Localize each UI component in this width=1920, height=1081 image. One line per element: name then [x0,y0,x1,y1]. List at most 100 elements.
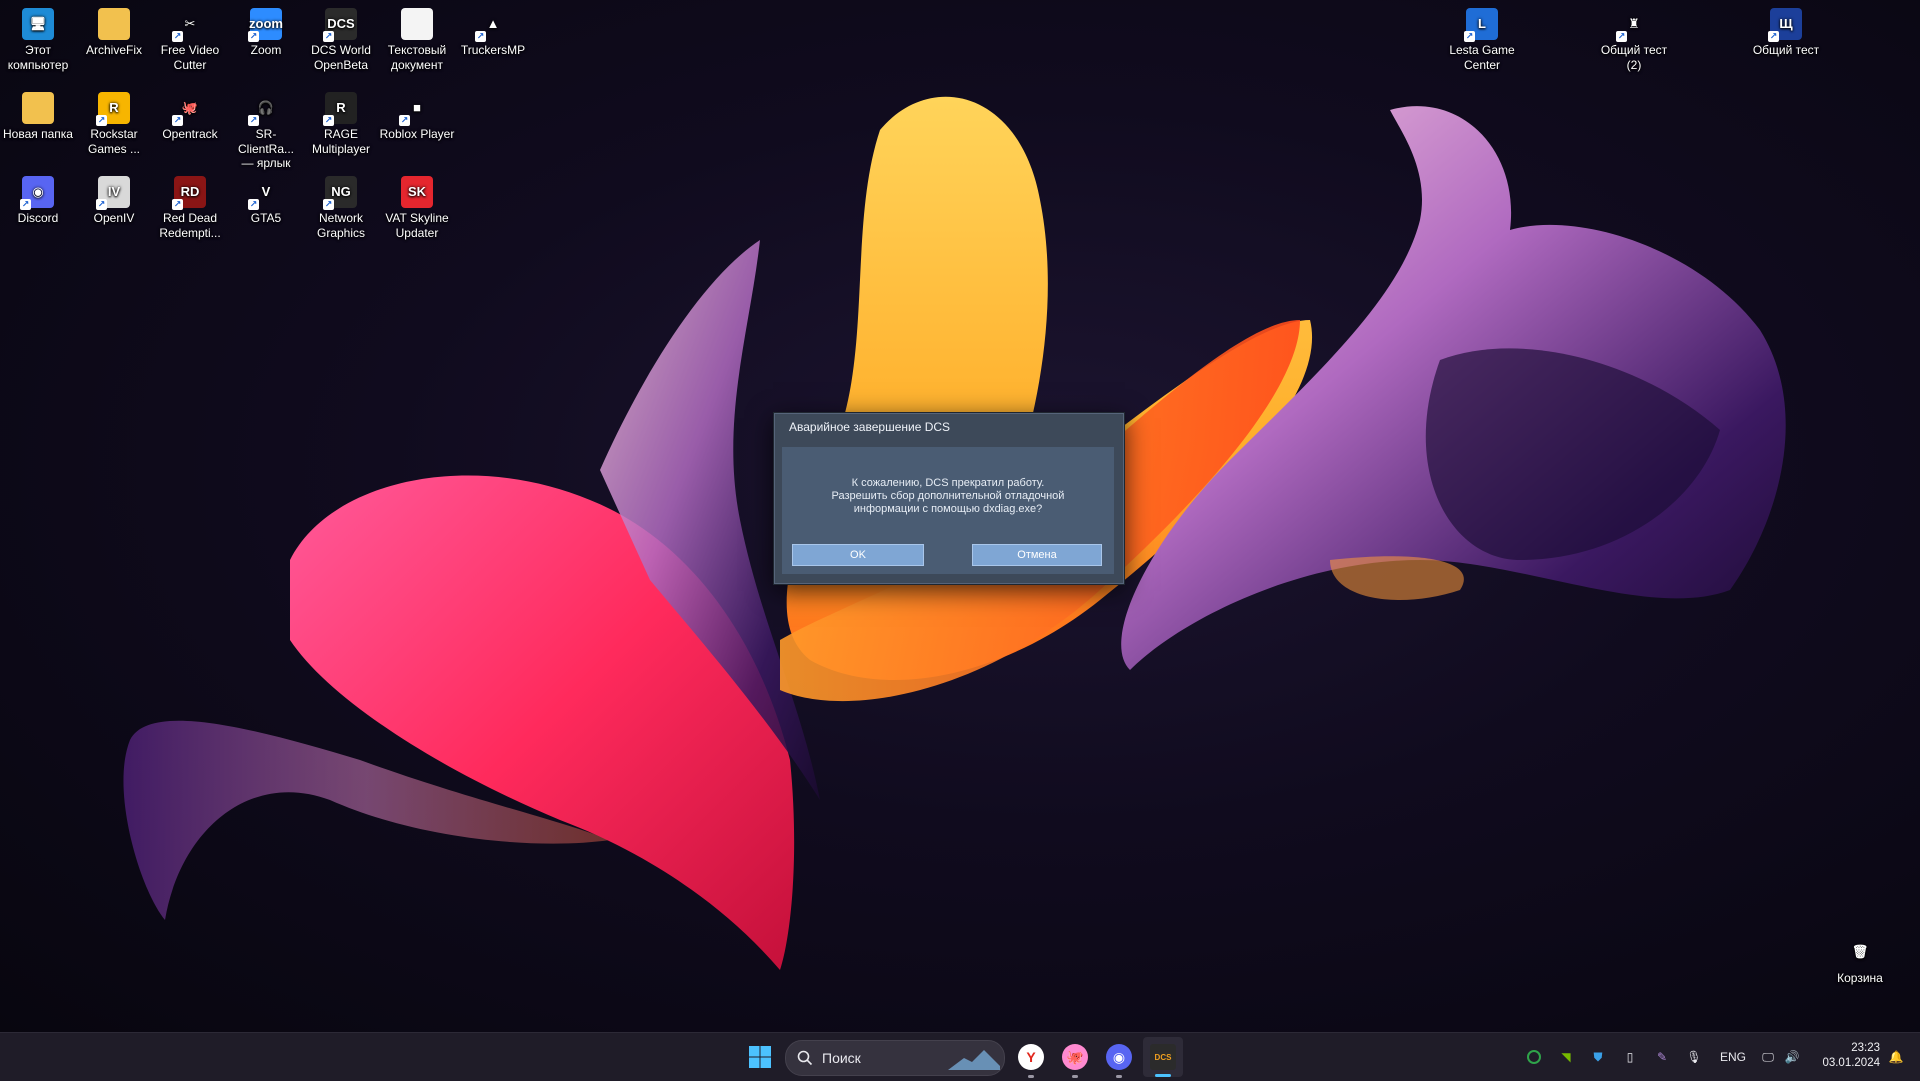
shortcut-arrow-icon: ↗ [248,31,259,42]
shortcut-arrow-icon: ↗ [172,31,183,42]
desktop-icon[interactable]: ArchiveFix [76,8,152,58]
desktop-icon[interactable]: R ↗ Rockstar Games ... [76,92,152,156]
desktop-icon-label: Zoom [250,43,282,57]
desktop-icon[interactable]: Новая папка [0,92,76,142]
desktop-icon[interactable]: R ↗ RAGE Multiplayer [303,92,379,156]
shared-test-2-icon: ♜ ↗ [1616,15,1640,42]
discord-taskbar-icon: ◉ [1106,1044,1132,1070]
shortcut-arrow-icon: ↗ [172,115,183,126]
desktop-icon[interactable]: 🎧 ↗ SR-ClientRa... — ярлык [228,92,304,171]
desktop-icon[interactable]: zoom ↗ Zoom [228,8,304,58]
desktop-icon-label: Этот компьютер [7,43,69,72]
running-indicator [1028,1075,1034,1078]
desktop-icon-label: DCS World OpenBeta [311,43,371,72]
desktop-icon[interactable]: 🗑 Корзина [1822,936,1898,986]
text-document-icon [401,8,433,40]
openiv-icon: IV ↗ [96,176,130,210]
desktop-icon[interactable]: ✂ ↗ Free Video Cutter [152,8,228,72]
taskbar-app-button[interactable]: DCS [1143,1037,1183,1077]
windows-logo-icon [749,1046,771,1068]
desktop-icon[interactable]: ■ ↗ Roblox Player [379,92,455,142]
desktop-icon-label: Network Graphics [316,211,366,240]
desktop-icon[interactable]: V ↗ GTA5 [228,176,304,226]
new-folder-icon [22,92,54,124]
desktop-icon[interactable]: ◉ ↗ Discord [0,176,76,226]
desktop-icon-label: Rockstar Games ... [87,127,140,156]
discord-icon: ◉ ↗ [20,176,54,210]
shortcut-arrow-icon: ↗ [248,115,259,126]
shortcut-arrow-icon: ↗ [20,199,31,210]
desktop-icon[interactable]: L ↗ Lesta Game Center [1444,8,1520,72]
network-icon[interactable]: 🖵 [1758,1033,1778,1081]
volume-icon[interactable]: 🔊 [1782,1033,1802,1081]
desktop-icon-label: Free Video Cutter [160,43,220,72]
app-tray-icon-green[interactable] [1524,1033,1544,1081]
this-pc-icon: 🖥 [22,8,54,40]
desktop-icon-label: Общий тест (2) [1600,43,1668,72]
desktop-icon-label: Red Dead Redempti... [159,211,221,240]
desktop-icon[interactable]: 🐙 ↗ Opentrack [152,92,228,142]
desktop-icon[interactable]: Текстовый документ [379,8,455,72]
desktop-icon-label: Discord [17,211,59,225]
dcs-taskbar-icon: DCS [1150,1044,1176,1070]
desktop-icon-label: VAT Skyline Updater [385,211,449,240]
notification-bell-icon[interactable]: 🔔 [1886,1033,1906,1081]
rage-multiplayer-icon: R ↗ [323,92,357,126]
dcs-world-icon: DCS ↗ [323,8,357,42]
running-indicator [1155,1074,1171,1077]
language-indicator[interactable]: ENG [1716,1033,1750,1081]
desktop-icon-label: SR-ClientRa... — ярлык [237,127,295,170]
desktop-icon-label: Общий тест [1752,43,1820,57]
desktop-icon[interactable]: Щ ↗ Общий тест [1748,8,1824,58]
desktop-icon-label: OpenIV [93,211,135,225]
network-graphics-icon: NG ↗ [323,176,357,210]
desktop-icon-label: Lesta Game Center [1449,43,1515,72]
taskbar-app-button[interactable]: ◉ [1099,1033,1139,1081]
shortcut-arrow-icon: ↗ [1768,31,1779,42]
desktop-icon[interactable]: NG ↗ Network Graphics [303,176,379,240]
taskbar-search[interactable]: Поиск [785,1040,1005,1076]
dialog-title: Аварийное завершение DCS [789,420,951,434]
desktop-icon[interactable]: SK VAT Skyline Updater [379,176,455,240]
search-icon [797,1050,813,1066]
desktop-icon[interactable]: RD ↗ Red Dead Redempti... [152,176,228,240]
search-placeholder: Поиск [822,1050,861,1066]
free-video-cutter-icon: ✂ ↗ [172,15,196,42]
desktop-icon[interactable]: DCS ↗ DCS World OpenBeta [303,8,379,72]
shortcut-arrow-icon: ↗ [172,199,183,210]
taskbar-app-button[interactable]: 🐙 [1055,1033,1095,1081]
shortcut-arrow-icon: ↗ [323,199,334,210]
shortcut-arrow-icon: ↗ [475,31,486,42]
ok-button[interactable]: OK [792,544,924,566]
shared-test-icon: Щ ↗ [1768,8,1802,42]
desktop-icon[interactable]: IV ↗ OpenIV [76,176,152,226]
pen-icon[interactable]: ✎ [1652,1033,1672,1081]
desktop-icon-label: GTA5 [250,211,282,225]
gta5-icon: V ↗ [248,183,271,210]
shortcut-arrow-icon: ↗ [323,115,334,126]
clock-date: 03.01.2024 [1822,1057,1880,1069]
clock[interactable]: 23:23 03.01.2024 [1810,1041,1880,1071]
dialog-message: К сожалению, DCS прекратил работу. Разре… [831,477,1065,515]
usb-device-icon[interactable]: ▯ [1620,1033,1640,1081]
desktop-icon[interactable]: ♜ ↗ Общий тест (2) [1596,8,1672,72]
microphone-icon[interactable]: 🎙 [1684,1033,1704,1081]
recycle-bin-icon: 🗑 [1851,943,1869,959]
desktop-icon[interactable]: 🖥 Этот компьютер [0,8,76,72]
desktop-icon-label: Opentrack [162,127,218,141]
desktop-icon-label: Текстовый документ [387,43,447,72]
shortcut-arrow-icon: ↗ [399,115,410,126]
truckersmp-icon: ▲ ↗ [475,15,500,42]
lesta-game-center-icon: L ↗ [1464,8,1498,42]
nvidia-icon[interactable]: ◥ [1556,1033,1576,1081]
desktop-icon[interactable]: ▲ ↗ TruckersMP [455,8,531,58]
start-button[interactable] [744,1033,776,1081]
vat-skyline-updater-icon: SK [401,176,433,208]
cancel-button[interactable]: Отмена [972,544,1102,566]
defender-icon[interactable]: ⛊ [1588,1033,1608,1081]
desktop-icon-label: ArchiveFix [85,43,142,57]
opentrack-icon: 🐙 ↗ [172,99,199,126]
shortcut-arrow-icon: ↗ [96,199,107,210]
taskbar-app-button[interactable]: Y [1011,1033,1051,1081]
desktop-icon-label: Новая папка [3,127,73,141]
